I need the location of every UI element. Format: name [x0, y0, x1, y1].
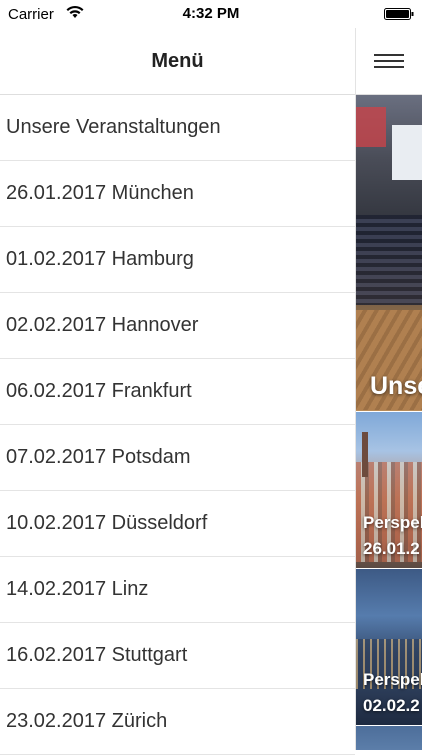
battery-icon: [384, 8, 414, 20]
menu-item-duesseldorf[interactable]: 10.02.2017 Düsseldorf: [0, 491, 355, 557]
menu-item-muenchen[interactable]: 26.01.2017 München: [0, 161, 355, 227]
tile-title: Perspek: [363, 670, 422, 689]
side-menu: Menü Unsere Veranstaltungen 26.01.2017 M…: [0, 28, 356, 755]
tile-date: 26.01.2: [363, 539, 420, 558]
status-bar: Carrier 4:32 PM: [0, 0, 422, 28]
menu-item-stuttgart[interactable]: 16.02.2017 Stuttgart: [0, 623, 355, 689]
menu-item-potsdam[interactable]: 07.02.2017 Potsdam: [0, 425, 355, 491]
menu-title: Menü: [0, 28, 355, 95]
menu-item-zuerich[interactable]: 23.02.2017 Zürich: [0, 689, 355, 755]
clock: 4:32 PM: [182, 5, 240, 22]
event-tile-muenchen[interactable]: Perspek 26.01.2: [356, 412, 422, 568]
menu-item-veranstaltungen[interactable]: Unsere Veranstaltungen: [0, 95, 355, 161]
event-tile-overview[interactable]: Unse: [356, 95, 422, 411]
event-tile-next[interactable]: [356, 726, 422, 750]
main-content-peek: Unse Perspek 26.01.2 Perspek 02.02.2: [356, 28, 422, 750]
audience-image: [356, 215, 422, 305]
projection-screen-image: [392, 125, 422, 180]
event-tile-hamburg[interactable]: Perspek 02.02.2: [356, 569, 422, 725]
menu-item-frankfurt[interactable]: 06.02.2017 Frankfurt: [0, 359, 355, 425]
menu-item-linz[interactable]: 14.02.2017 Linz: [0, 557, 355, 623]
tile-date: 02.02.2: [363, 696, 420, 715]
tile-title: Perspek: [363, 513, 422, 532]
tile-title: Unse: [370, 372, 422, 400]
tower-image: [362, 432, 368, 477]
hamburger-icon[interactable]: [374, 54, 404, 68]
banner-image: [356, 107, 386, 147]
menu-item-hannover[interactable]: 02.02.2017 Hannover: [0, 293, 355, 359]
menu-item-hamburg[interactable]: 01.02.2017 Hamburg: [0, 227, 355, 293]
content-header: [356, 28, 422, 95]
